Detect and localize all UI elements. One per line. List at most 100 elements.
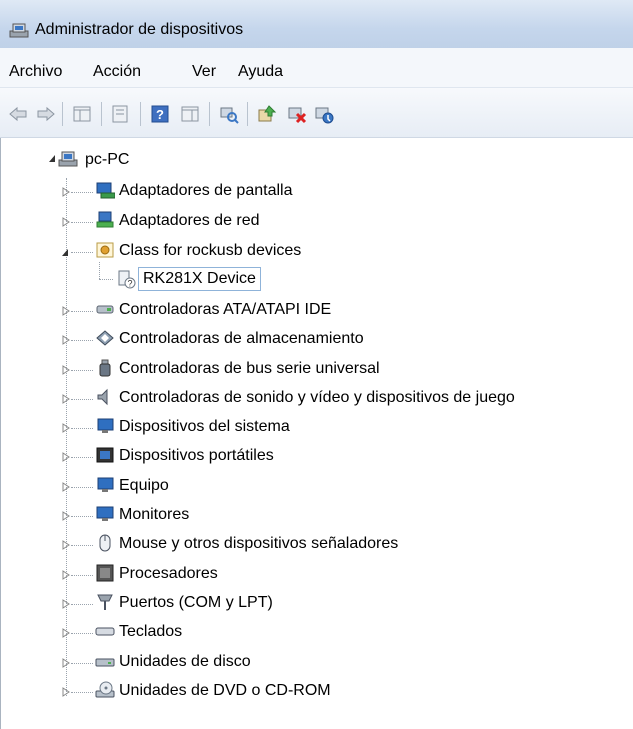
menu-accion[interactable]: Acción (93, 63, 141, 81)
tree-item-label: Procesadores (119, 565, 218, 582)
title-bar: Administrador de dispositivos (0, 0, 633, 48)
disk-drive-icon (95, 658, 115, 667)
tree-item-label: Unidades de DVD o CD-ROM (119, 682, 331, 699)
tree-item-label: Controladoras ATA/ATAPI IDE (119, 301, 332, 318)
toolbar-separator (101, 102, 102, 126)
tree-item[interactable]: Controladoras de bus serie universal (119, 357, 380, 381)
tree-item[interactable]: Teclados (119, 620, 182, 644)
tree-item[interactable]: Adaptadores de red (119, 209, 260, 233)
tree-guide-line (99, 262, 100, 279)
expand-triangle-icon[interactable] (62, 306, 70, 316)
keyboard-icon (95, 627, 115, 636)
tree-item[interactable]: Controladoras de almacenamiento (119, 327, 364, 351)
tree-item-selected[interactable]: RK281X Device (138, 267, 261, 291)
back-arrow-icon[interactable] (8, 104, 28, 124)
collapse-triangle-icon[interactable] (61, 248, 69, 258)
toolbar: ? (0, 88, 633, 138)
processor-icon (96, 564, 114, 582)
tree-item-label: Dispositivos del sistema (119, 418, 290, 435)
expand-triangle-icon[interactable] (62, 482, 70, 492)
uninstall-device-icon[interactable] (287, 104, 307, 124)
tree-item-label: Monitores (119, 506, 190, 523)
usb-controller-icon (99, 359, 111, 377)
tree-item[interactable]: Class for rockusb devices (119, 239, 301, 263)
expand-triangle-icon[interactable] (62, 394, 70, 404)
rockusb-class-icon (96, 242, 114, 258)
properties-icon[interactable] (110, 104, 130, 124)
expand-triangle-icon[interactable] (62, 335, 70, 345)
menu-ayuda[interactable]: Ayuda (238, 63, 283, 81)
tree-item[interactable]: Adaptadores de pantalla (119, 179, 292, 203)
sound-icon (97, 388, 108, 406)
expand-triangle-icon[interactable] (62, 658, 70, 668)
tree-item[interactable]: Procesadores (119, 562, 218, 586)
monitor-icon (96, 506, 114, 521)
tree-item-label: Mouse y otros dispositivos señaladores (119, 535, 399, 552)
tree-item[interactable]: Controladoras de sonido y vídeo y dispos… (119, 386, 515, 410)
tree-item[interactable]: Mouse y otros dispositivos señaladores (119, 532, 398, 556)
tree-item-label: Controladoras de sonido y vídeo y dispos… (119, 389, 515, 406)
tree-item[interactable]: Unidades de DVD o CD-ROM (119, 679, 331, 703)
menu-archivo[interactable]: Archivo (9, 63, 62, 81)
tree-item[interactable]: Controladoras ATA/ATAPI IDE (119, 298, 331, 322)
expand-triangle-icon[interactable] (62, 628, 70, 638)
expand-triangle-icon[interactable] (62, 217, 70, 227)
expand-triangle-icon[interactable] (62, 687, 70, 697)
tree-item-label: Controladoras de bus serie universal (119, 360, 380, 377)
expand-triangle-icon[interactable] (62, 511, 70, 521)
expand-triangle-icon[interactable] (62, 599, 70, 609)
tree-item[interactable]: Monitores (119, 503, 189, 527)
tree-item-label: Puertos (COM y LPT) (119, 594, 273, 611)
window-title: Administrador de dispositivos (35, 21, 244, 38)
display-adapter-icon (96, 182, 115, 199)
tree-item-label: Adaptadores de red (119, 212, 260, 229)
system-devices-icon (97, 418, 114, 433)
tree-item[interactable]: Unidades de disco (119, 650, 251, 674)
tree-item-label: Teclados (119, 623, 183, 640)
tree-item-label: Dispositivos portátiles (119, 447, 274, 464)
disable-device-icon[interactable] (314, 104, 334, 124)
tree-item-label: Unidades de disco (119, 653, 251, 670)
tree-item-label: Adaptadores de pantalla (119, 182, 293, 199)
toolbar-separator (140, 102, 141, 126)
tree-item-label: RK281X Device (143, 270, 256, 287)
scan-hardware-changes-icon[interactable] (219, 104, 239, 124)
expand-triangle-icon[interactable] (62, 423, 70, 433)
mouse-icon (99, 534, 111, 552)
show-hide-console-tree-icon[interactable] (72, 104, 92, 124)
network-adapter-icon (96, 211, 114, 228)
expand-triangle-icon[interactable] (62, 187, 70, 197)
tree-root[interactable]: pc-PC (85, 148, 129, 172)
tree-item-label: Controladoras de almacenamiento (119, 330, 364, 347)
update-driver-icon[interactable] (257, 104, 277, 124)
device-tree: pc-PC Adaptadores de pantalla Adaptadore… (0, 138, 633, 729)
forward-arrow-icon[interactable] (36, 104, 56, 124)
menu-bar: Archivo Acción Ver Ayuda (0, 48, 633, 88)
portable-devices-icon (96, 447, 114, 463)
svg-text:?: ? (156, 107, 164, 122)
device-manager-icon (9, 23, 29, 38)
computer-root-icon (58, 151, 78, 167)
collapse-triangle-icon[interactable] (48, 154, 56, 164)
ports-icon (97, 594, 113, 610)
expand-triangle-icon[interactable] (62, 540, 70, 550)
tree-item[interactable]: Dispositivos del sistema (119, 415, 290, 439)
toolbar-separator (209, 102, 210, 126)
action-pane-icon[interactable] (180, 104, 200, 124)
computer-icon (97, 477, 114, 492)
tree-item-label: Class for rockusb devices (119, 242, 302, 259)
storage-controller-icon (96, 330, 114, 346)
tree-item[interactable]: Puertos (COM y LPT) (119, 591, 273, 615)
dvd-drive-icon (95, 681, 115, 698)
expand-triangle-icon[interactable] (62, 452, 70, 462)
tree-item[interactable]: Dispositivos portátiles (119, 444, 274, 468)
toolbar-separator (62, 102, 63, 126)
toolbar-separator (247, 102, 248, 126)
tree-root-label: pc-PC (85, 151, 130, 168)
expand-triangle-icon[interactable] (62, 570, 70, 580)
tree-item-label: Equipo (119, 477, 169, 494)
help-icon[interactable]: ? (150, 104, 170, 124)
tree-item[interactable]: Equipo (119, 474, 169, 498)
menu-ver[interactable]: Ver (192, 63, 216, 81)
expand-triangle-icon[interactable] (62, 365, 70, 375)
